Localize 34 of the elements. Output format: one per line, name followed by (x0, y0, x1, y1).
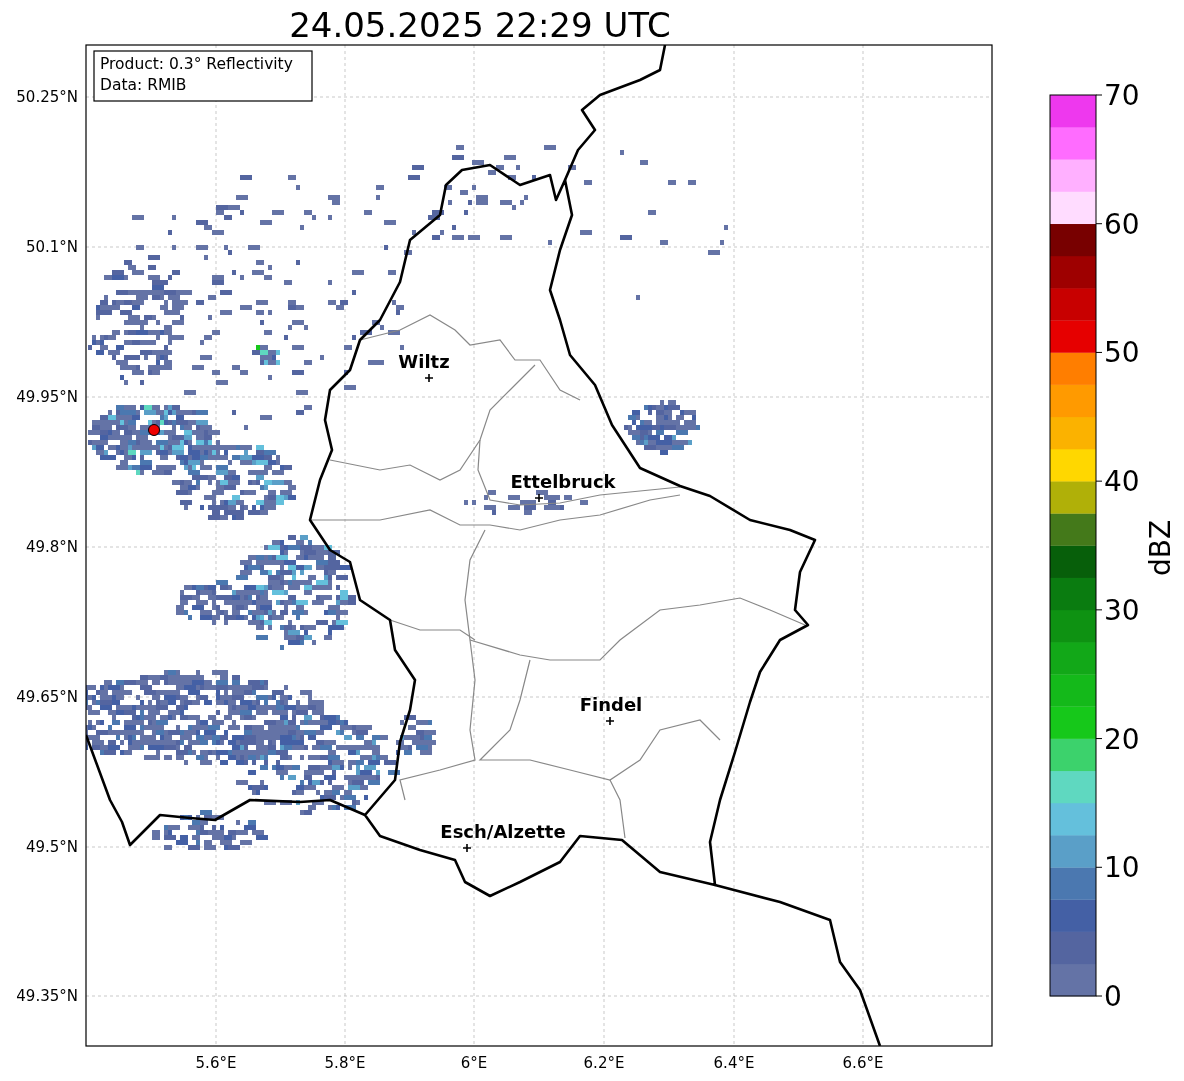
city-marker-icon (534, 493, 544, 503)
city-label: Esch/Alzette (440, 821, 566, 842)
colorbar-tick-label: 40 (1104, 465, 1140, 499)
latitude-tick-label: 49.5°N (25, 838, 78, 856)
colorbar-tick-label: 60 (1104, 207, 1140, 241)
latitude-tick-label: 50.1°N (25, 238, 78, 256)
latitude-tick-label: 50.25°N (16, 88, 78, 106)
latitude-tick-label: 49.95°N (16, 388, 78, 406)
colorbar-tick-label: 70 (1104, 79, 1140, 112)
longitude-tick-label: 5.6°E (195, 1054, 237, 1072)
longitude-tick-label: 6.2°E (583, 1054, 625, 1072)
latitude-tick-label: 49.65°N (16, 688, 78, 706)
colorbar-tick-label: 20 (1104, 722, 1140, 756)
city-label: Wiltz (398, 351, 450, 372)
chart-title: 24.05.2025 22:29 UTC (289, 5, 671, 45)
city-label: Findel (579, 694, 643, 715)
latitude-tick-label: 49.35°N (16, 987, 78, 1005)
city-label: Ettelbruck (510, 471, 616, 492)
city-marker-icon (424, 373, 434, 383)
longitude-tick-label: 6.4°E (713, 1054, 755, 1072)
colorbar-tick-label: 10 (1104, 851, 1140, 885)
city-marker-icon (605, 716, 615, 726)
longitude-tick-label: 6°E (460, 1054, 488, 1072)
colorbar-label: dBZ (1144, 519, 1177, 577)
longitude-tick-label: 5.8°E (324, 1054, 366, 1072)
legend-text: Data: RMIB (100, 76, 187, 94)
colorbar-tick-label: 0 (1104, 980, 1122, 1013)
radar-site-marker (148, 424, 160, 436)
longitude-tick-label: 6.6°E (842, 1054, 884, 1072)
colorbar-tick-label: 50 (1104, 336, 1140, 370)
city-marker-icon (462, 843, 472, 853)
legend-text: Product: 0.3° Reflectivity (100, 55, 293, 73)
colorbar-tick-label: 30 (1104, 593, 1140, 627)
latitude-tick-label: 49.8°N (25, 538, 78, 556)
